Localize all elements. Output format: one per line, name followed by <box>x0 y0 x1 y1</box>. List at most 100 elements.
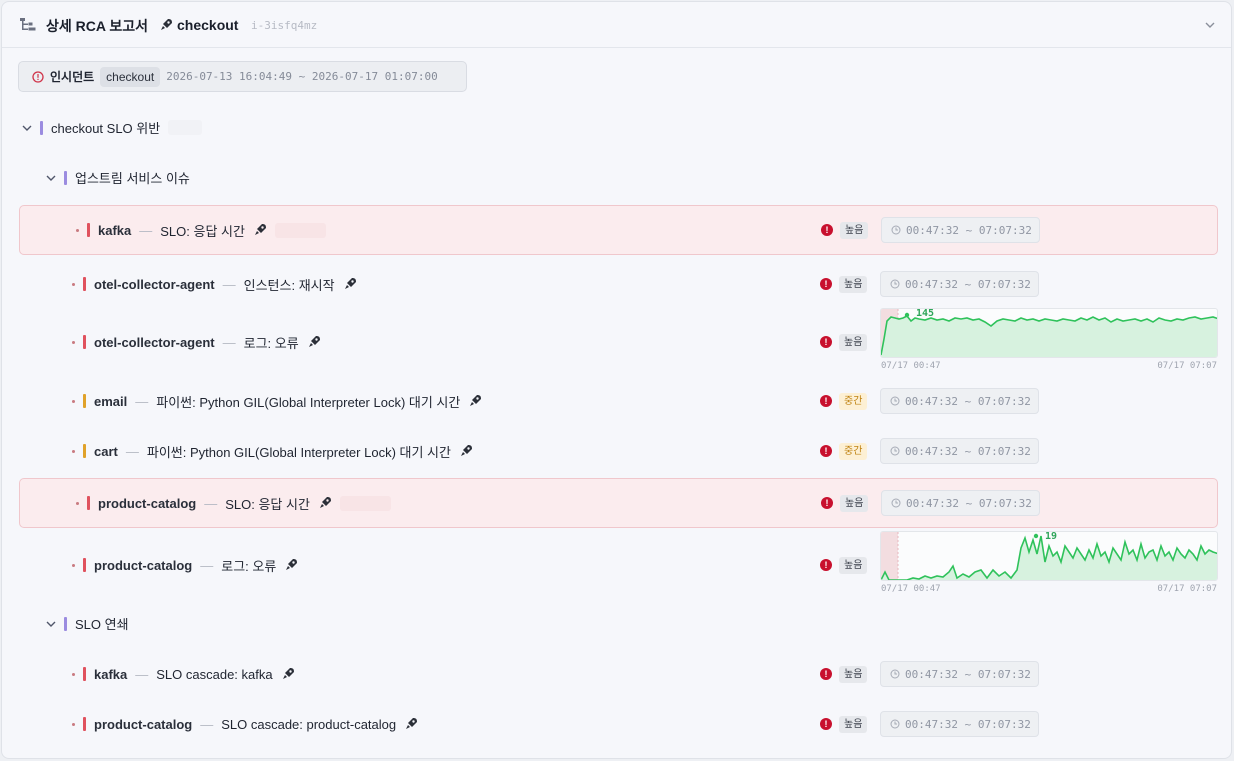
rocket-icon <box>286 559 298 570</box>
service-name: otel-collector-agent <box>94 334 215 350</box>
finding-desc: 로그: 오류 <box>221 558 277 574</box>
sparkline-end-label: 07/17 07:07 <box>1157 584 1217 594</box>
rocket-icon <box>406 718 418 729</box>
rca-report-panel: 상세 RCA 보고서 checkout i-3isfq4mz 인시던트 chec… <box>1 1 1232 759</box>
finding-row[interactable]: kafka — SLO cascade: kafka ! 높음 00:47:32… <box>19 649 1218 699</box>
finding-info: email — 파이썬: Python GIL(Global Interpret… <box>72 376 482 426</box>
finding-desc: 파이썬: Python GIL(Global Interpreter Lock)… <box>156 394 461 410</box>
alert-icon: ! <box>821 497 833 509</box>
severity-bar <box>87 496 90 510</box>
service-name: kafka <box>94 666 128 682</box>
service-name: kafka <box>98 222 132 238</box>
tree-node-upstream[interactable]: 업스트림 서비스 이슈 <box>46 168 190 187</box>
tree-node-badge <box>168 120 203 135</box>
finding-row[interactable]: product-catalog — SLO: 응답 시간 ! 높음 00:47:… <box>19 478 1218 528</box>
separator: — <box>200 557 214 573</box>
tree-bar <box>64 616 67 631</box>
separator: — <box>125 443 139 459</box>
tree-node-slo-cascade[interactable]: SLO 연쇄 <box>46 614 129 633</box>
severity-bar <box>83 558 86 572</box>
time-range-text: 00:47:32 ~ 07:07:32 <box>905 277 1031 291</box>
sparkline-peak-label: 145 <box>916 308 935 319</box>
finding-row[interactable]: otel-collector-agent — 로그: 오류 ! 높음 145 0… <box>19 308 1218 376</box>
tree-bar <box>40 120 43 135</box>
alert-icon: ! <box>820 278 832 290</box>
severity-bar <box>83 277 86 291</box>
clock-icon <box>890 669 900 679</box>
finding-row[interactable]: otel-collector-agent — 인스턴스: 재시작 ! 높음 00… <box>19 259 1218 309</box>
row-dot <box>72 282 75 286</box>
row-dot <box>72 399 75 403</box>
incident-summary: 인시던트 checkout 2026-07-13 16:04:49 ~ 2026… <box>18 61 467 92</box>
severity-bar <box>83 667 86 681</box>
finding-info: kafka — SLO cascade: kafka <box>72 649 295 699</box>
clock-icon <box>890 396 900 406</box>
rocket-icon <box>308 336 320 347</box>
row-dot <box>72 449 75 453</box>
row-dot <box>72 672 75 676</box>
time-range-text: 00:47:32 ~ 07:07:32 <box>906 496 1032 510</box>
finding-desc: 파이썬: Python GIL(Global Interpreter Lock)… <box>146 444 451 460</box>
header-service: checkout <box>159 17 238 33</box>
finding-info: product-catalog — SLO: 응답 시간 <box>76 479 391 527</box>
alert-icon: ! <box>820 395 832 407</box>
finding-info: otel-collector-agent — 로그: 오류 <box>72 317 321 367</box>
time-range-text: 00:47:32 ~ 07:07:32 <box>905 667 1031 681</box>
time-range-text: 00:47:32 ~ 07:07:32 <box>905 444 1031 458</box>
alert-icon: ! <box>820 559 832 571</box>
finding-info: product-catalog — 로그: 오류 <box>72 540 298 590</box>
severity-badge: 높음 <box>839 716 868 733</box>
error-log-sparkline: 19 07/17 00:47 07/17 07:07 <box>880 531 1218 597</box>
time-range: 00:47:32 ~ 07:07:32 <box>880 271 1039 297</box>
incident-label: 인시던트 <box>50 70 95 84</box>
severity-badge: 높음 <box>840 495 869 512</box>
root-cause-badge <box>339 495 391 511</box>
incident-service-chip: checkout <box>100 66 161 87</box>
finding-desc: SLO: 응답 시간 <box>225 496 310 512</box>
chevron-down-icon[interactable] <box>46 173 56 183</box>
service-name: cart <box>94 443 118 459</box>
severity-badge: 높음 <box>839 276 868 293</box>
finding-row[interactable]: kafka — SLO: 응답 시간 ! 높음 00:47:32 ~ 07:07… <box>19 205 1218 255</box>
finding-row[interactable]: product-catalog — SLO cascade: product-c… <box>19 699 1218 749</box>
tree-node-label: SLO 연쇄 <box>75 617 129 632</box>
finding-info: product-catalog — SLO cascade: product-c… <box>72 699 418 749</box>
service-name: email <box>94 393 128 409</box>
report-header[interactable]: 상세 RCA 보고서 checkout i-3isfq4mz <box>2 2 1231 48</box>
severity-badge: 높음 <box>840 222 869 239</box>
time-range-text: 00:47:32 ~ 07:07:32 <box>905 394 1031 408</box>
severity-badge: 중간 <box>839 443 868 460</box>
finding-desc: 로그: 오류 <box>243 335 299 351</box>
root-cause-badge <box>274 222 326 238</box>
page-title: 상세 RCA 보고서 <box>46 18 148 34</box>
chevron-down-icon[interactable] <box>22 123 32 133</box>
separator: — <box>135 393 149 409</box>
time-range: 00:47:32 ~ 07:07:32 <box>880 711 1039 737</box>
chevron-down-icon[interactable] <box>1204 19 1216 31</box>
severity-badge: 높음 <box>839 666 868 683</box>
alert-icon: ! <box>820 718 832 730</box>
separator: — <box>200 716 214 732</box>
tree-node-root[interactable]: checkout SLO 위반 <box>22 118 203 137</box>
time-range: 00:47:32 ~ 07:07:32 <box>880 438 1039 464</box>
severity-bar <box>83 394 86 408</box>
finding-row[interactable]: email — 파이썬: Python GIL(Global Interpret… <box>19 376 1218 426</box>
sparkline-end-label: 07/17 07:07 <box>1157 361 1217 371</box>
time-range-text: 00:47:32 ~ 07:07:32 <box>905 717 1031 731</box>
service-name: product-catalog <box>94 557 193 573</box>
finding-row[interactable]: cart — 파이썬: Python GIL(Global Interprete… <box>19 426 1218 476</box>
service-name: otel-collector-agent <box>94 276 215 292</box>
chevron-down-icon[interactable] <box>46 619 56 629</box>
time-range-text: 00:47:32 ~ 07:07:32 <box>906 223 1032 237</box>
rocket-icon <box>319 497 331 508</box>
row-dot <box>72 563 75 567</box>
tree-node-label: checkout SLO 위반 <box>51 121 161 136</box>
rocket-icon <box>282 668 294 679</box>
alert-icon: ! <box>821 224 833 236</box>
severity-bar <box>83 444 86 458</box>
tree-structure-icon <box>20 18 36 31</box>
severity-badge: 높음 <box>839 334 868 351</box>
finding-row[interactable]: product-catalog — 로그: 오류 ! 높음 19 07/17 0… <box>19 531 1218 599</box>
service-name: product-catalog <box>94 716 193 732</box>
time-range: 00:47:32 ~ 07:07:32 <box>880 388 1039 414</box>
